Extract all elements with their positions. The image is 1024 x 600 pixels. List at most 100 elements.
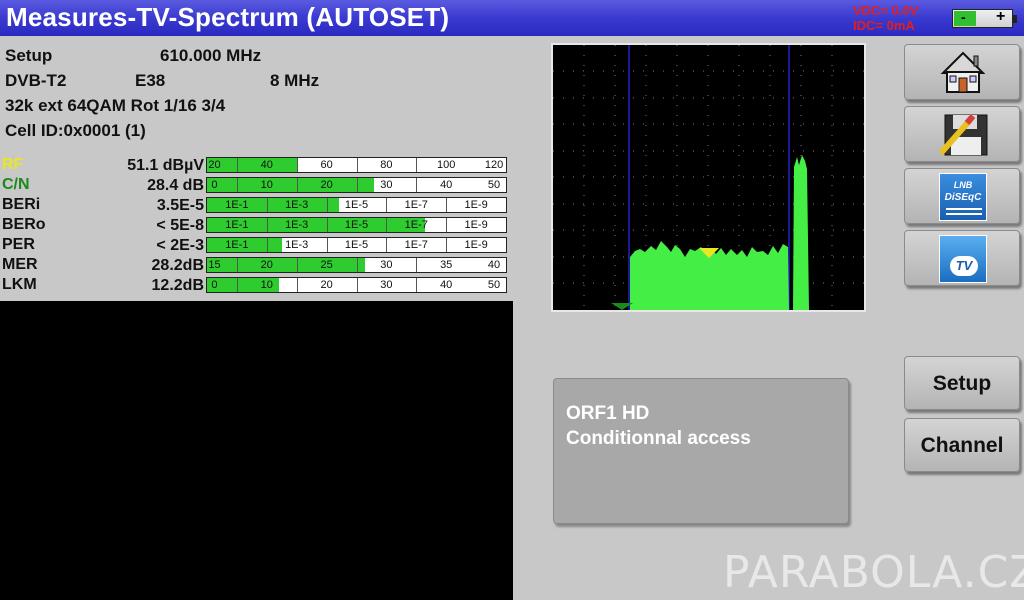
measure-bar-tick-label: 1E-3	[285, 219, 309, 231]
channel-button-label: Channel	[920, 434, 1004, 457]
measure-bar-tick-label: 1E-7	[404, 219, 428, 231]
save-button[interactable]	[904, 106, 1020, 162]
measure-bar-tick	[356, 178, 358, 192]
setup-button[interactable]: Setup	[904, 356, 1020, 410]
measure-bar-tick-label: 35	[440, 259, 453, 271]
measure-label: PER	[2, 236, 35, 253]
measure-bar-tick-label: 20	[320, 279, 333, 291]
measure-value: 3.5E-5	[156, 197, 204, 214]
lnb-diseqc-button[interactable]: LNB DiSEqC	[904, 168, 1020, 224]
measure-bar-tick-label: 60	[320, 159, 333, 171]
measure-bar-tick	[236, 158, 238, 172]
battery-minus: -	[961, 9, 966, 25]
measure-bar-tick-label: 1E-3	[285, 199, 309, 211]
measure-bar-tick	[266, 218, 268, 232]
tv-button[interactable]: TV	[904, 230, 1020, 286]
measure-bar-tick	[416, 278, 418, 292]
measure-bar-tick	[386, 198, 388, 212]
measure-bar-tick-label: 50	[487, 279, 501, 291]
measure-bar-tick	[356, 278, 358, 292]
service-name: ORF1 HD	[566, 403, 650, 424]
measure-bar-tick	[236, 258, 238, 272]
measure-bar-tick-label: 1E-7	[404, 239, 428, 251]
setup-label: Setup	[5, 46, 53, 65]
measure-bar-tick	[446, 198, 448, 212]
measure-bar-tick-label: 1E-9	[464, 239, 488, 251]
measure-bar-tick-label: 1E-1	[225, 219, 249, 231]
measure-bar-tick	[296, 258, 298, 272]
measure-bar: 0 10 20 30 40 50	[206, 177, 507, 193]
measure-bar: 20 40 60 80 100 120	[206, 157, 507, 173]
measure-label: BERo	[2, 216, 46, 233]
cell-id-value: Cell ID:0x0001 (1)	[5, 121, 146, 140]
measure-bar-tick-label: 1E-5	[344, 199, 369, 211]
measure-value: 28.4 dB	[147, 177, 204, 194]
modulation-value: 32k ext 64QAM Rot 1/16 3/4	[5, 96, 226, 115]
frequency-value: 610.000 MHz	[160, 46, 262, 65]
measure-bar-tick	[296, 278, 298, 292]
spectrum-trace-adjacent	[793, 155, 809, 310]
measure-bar-tick-label: 10	[260, 279, 273, 291]
measure-value: < 2E-3	[156, 237, 204, 254]
measure-bar-tick	[296, 158, 298, 172]
measure-bar: 1E-1 1E-3 1E-5 1E-7 1E-9	[206, 217, 507, 233]
measure-bar-tick	[416, 178, 418, 192]
measure-bar-tick-label: 25	[320, 259, 333, 271]
measure-bar-tick-label: 30	[380, 279, 393, 291]
measure-bar: 0 10 20 30 40 50	[206, 277, 507, 293]
standard-value: DVB-T2	[5, 71, 67, 90]
service-info-box: ORF1 HD Conditionnal access	[553, 378, 849, 524]
measure-bar-tick	[266, 198, 268, 212]
measure-label: LKM	[2, 276, 37, 293]
idc-readout: IDC= 0mA	[853, 18, 915, 33]
measure-bar-tick-label: 0	[211, 179, 218, 191]
measure-label: MER	[2, 256, 38, 273]
measure-bar: 1E-1 1E-3 1E-5 1E-7 1E-9	[206, 237, 507, 253]
vdc-readout: VDC= 0.0V	[853, 3, 919, 18]
measure-bar-tick-label: 1E-7	[404, 199, 428, 211]
measure-bar-tick-label: 40	[487, 259, 501, 271]
lnb-diseqc-icon: LNB DiSEqC	[939, 173, 987, 221]
measure-bar-tick	[236, 278, 238, 292]
measure-bar-tick-label: 1E-1	[225, 199, 249, 211]
measure-bar-tick-label: 80	[380, 159, 393, 171]
measure-label: BERi	[2, 196, 41, 213]
measure-bar-tick	[326, 218, 328, 232]
measure-bar-tick	[326, 198, 328, 212]
page-title: Measures-TV-Spectrum (AUTOSET)	[6, 2, 450, 32]
measure-bar-tick-label: 120	[484, 159, 504, 171]
measure-bar-tick-label: 15	[208, 259, 221, 271]
measure-value: 28.2dB	[151, 257, 204, 274]
tv-icon: TV	[939, 235, 987, 283]
setup-button-label: Setup	[932, 372, 992, 395]
measure-label: RF	[2, 156, 24, 173]
spectrum-display[interactable]	[551, 43, 866, 312]
measure-bar-fill	[207, 258, 366, 272]
measure-bar-tick-label: 30	[380, 259, 393, 271]
battery-icon: - +	[952, 8, 1017, 28]
measure-bar: 15 20 25 30 35 40	[206, 257, 507, 273]
home-button[interactable]	[904, 44, 1020, 100]
lnb-label: LNB	[953, 180, 973, 190]
measure-bar-tick-label: 1E-9	[464, 219, 488, 231]
save-icon	[938, 114, 988, 156]
measure-bar-tick	[266, 238, 268, 252]
measure-bar: 1E-1 1E-3 1E-5 1E-7 1E-9	[206, 197, 507, 213]
home-icon	[940, 51, 986, 93]
channel-button[interactable]: Channel	[904, 418, 1020, 472]
battery-terminal	[1013, 15, 1017, 23]
battery-plus: +	[996, 8, 1006, 25]
title-bar: Measures-TV-Spectrum (AUTOSET) VDC= 0.0V…	[0, 0, 1024, 36]
bandwidth-value: 8 MHz	[270, 71, 320, 90]
measure-bar-tick-label: 1E-5	[344, 219, 369, 231]
measure-label: C/N	[2, 176, 30, 193]
measure-bar-tick	[296, 178, 298, 192]
measure-value: < 5E-8	[156, 217, 204, 234]
measure-value: 51.1 dBµV	[127, 157, 204, 174]
measure-bar-tick-label: 40	[440, 179, 453, 191]
measure-bar-fill	[207, 178, 375, 192]
measure-bar-tick-label: 1E-1	[225, 239, 249, 251]
measure-bar-tick	[386, 238, 388, 252]
empty-display-panel	[0, 301, 513, 600]
measure-bar-tick	[416, 158, 418, 172]
